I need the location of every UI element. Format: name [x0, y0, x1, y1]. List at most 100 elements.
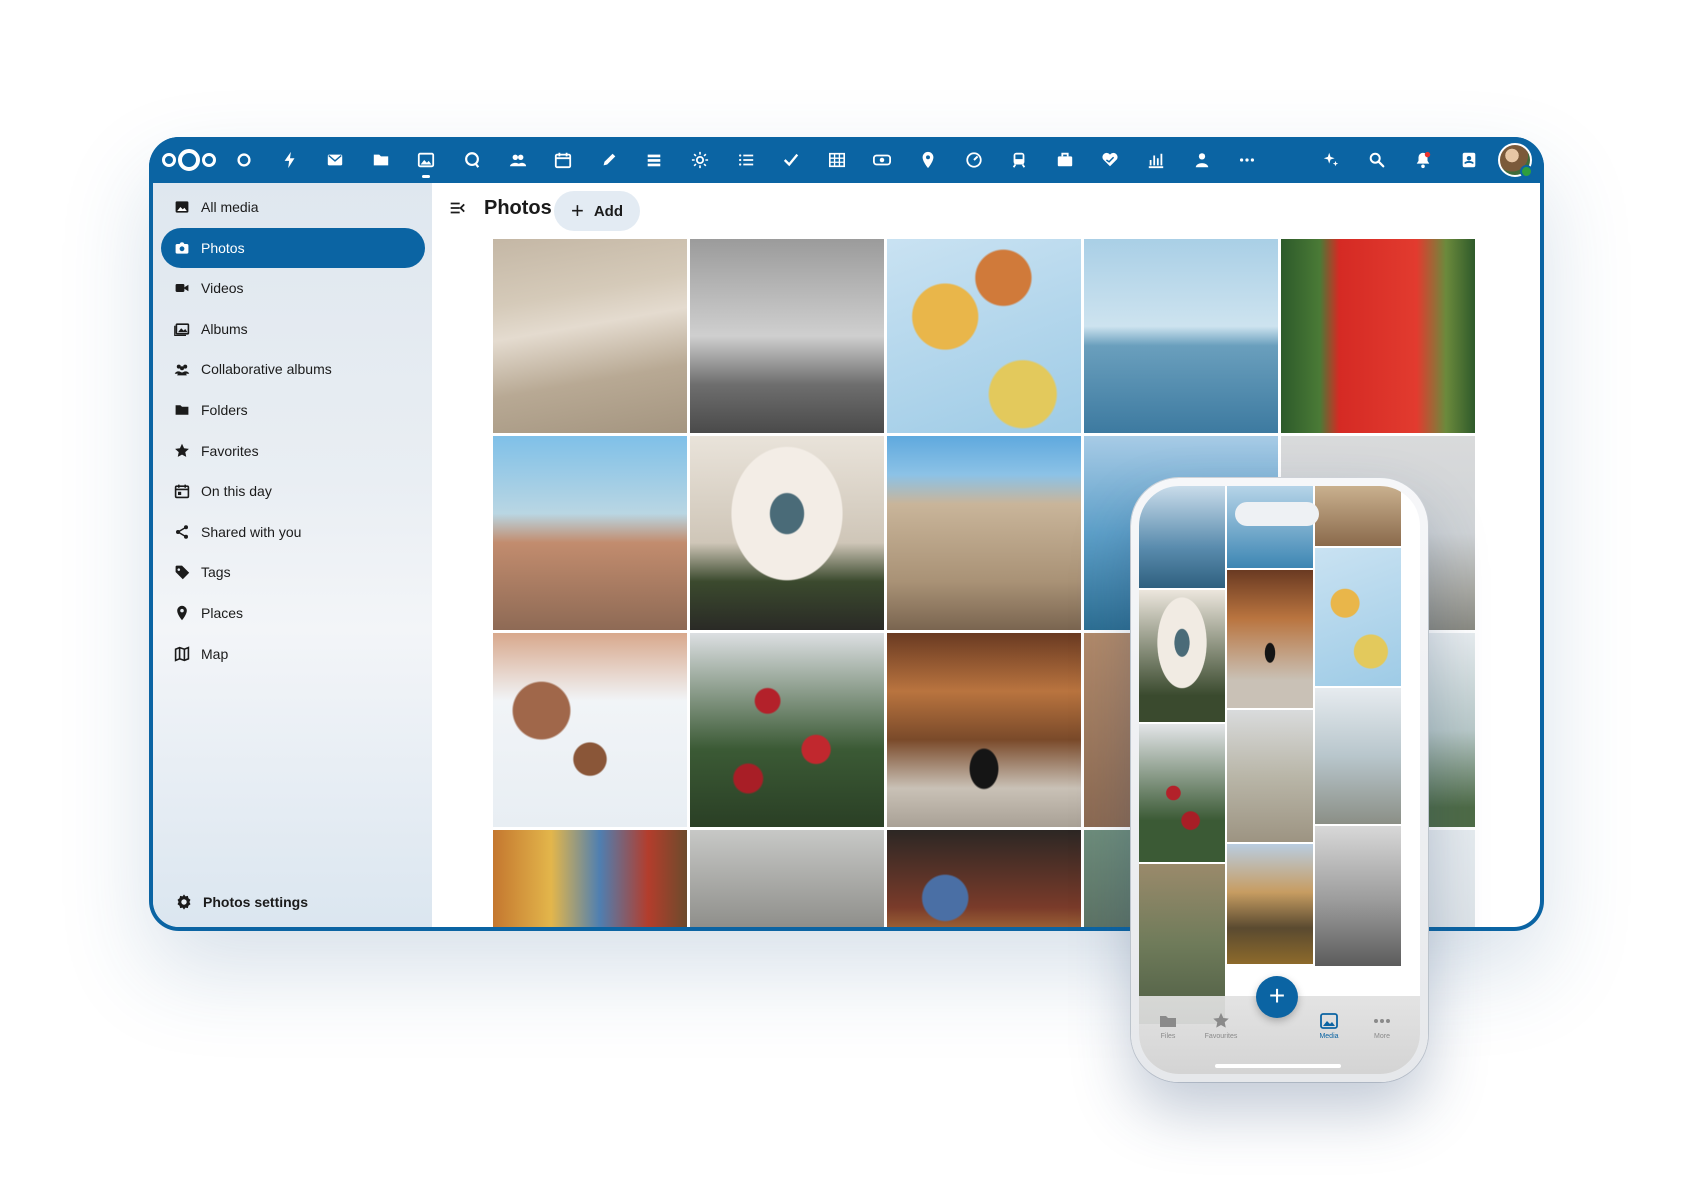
phone-photo[interactable]	[1227, 486, 1313, 568]
map-marker-icon	[173, 604, 191, 622]
phone-tab-label: More	[1374, 1033, 1390, 1040]
notes-icon[interactable]	[592, 143, 626, 177]
sidebar-item-label: Map	[201, 645, 229, 662]
briefcase-icon[interactable]	[1048, 143, 1082, 177]
photos-icon[interactable]	[409, 143, 443, 178]
calendar-day-icon	[173, 482, 191, 500]
sidebar-item-label: Photos	[201, 239, 245, 256]
sidebar-item-collaborative-albums[interactable]: Collaborative albums	[161, 349, 425, 389]
nextcloud-logo[interactable]	[159, 144, 219, 176]
phone-photo[interactable]	[1227, 844, 1313, 964]
phone-fab-button[interactable]: +	[1256, 976, 1298, 1018]
contacts-icon[interactable]	[501, 143, 535, 177]
photo-thumbnail[interactable]	[887, 633, 1081, 827]
more-icon[interactable]	[1230, 143, 1264, 177]
page-title: Photos	[484, 197, 552, 219]
tag-icon	[173, 563, 191, 581]
train-icon[interactable]	[1002, 143, 1036, 177]
photo-thumbnail[interactable]	[887, 830, 1081, 927]
phone-tab-favourites[interactable]: Favourites	[1196, 1012, 1246, 1040]
contacts-menu-icon[interactable]	[1452, 143, 1486, 177]
sidebar-item-label: Tags	[201, 564, 231, 581]
deck-icon[interactable]	[637, 143, 671, 177]
sidebar-item-label: All media	[201, 199, 259, 215]
top-bar	[149, 137, 1544, 183]
analytics-icon[interactable]	[1139, 143, 1173, 177]
checkmark-icon[interactable]	[774, 143, 808, 177]
phone-photo[interactable]	[1227, 570, 1313, 708]
content-header: Photos + Add	[432, 183, 1540, 235]
sidebar-item-photos[interactable]: Photos	[161, 227, 425, 268]
phone-photo[interactable]	[1315, 826, 1401, 966]
sidebar-item-places[interactable]: Places	[161, 593, 425, 633]
phone-photo[interactable]	[1315, 548, 1401, 686]
tasks-icon[interactable]	[729, 143, 763, 177]
photo-thumbnail[interactable]	[493, 633, 687, 827]
menu-toggle-icon[interactable]	[448, 199, 468, 219]
files-icon[interactable]	[364, 143, 398, 177]
sidebar-item-label: On this day	[201, 483, 272, 500]
plus-icon: +	[570, 198, 584, 223]
phone-tab-label: Favourites	[1204, 1033, 1238, 1040]
phone-photo[interactable]	[1315, 688, 1401, 824]
phone-tab-bar: + Files Favourites Media More	[1139, 976, 1420, 1074]
phone-photo[interactable]	[1139, 486, 1225, 588]
sun-icon[interactable]	[683, 143, 717, 177]
phone-photo[interactable]	[1315, 486, 1401, 546]
phone-screen: + Files Favourites Media More	[1139, 486, 1420, 1074]
phone-tab-more[interactable]: More	[1357, 1012, 1407, 1040]
folder-icon	[173, 401, 191, 419]
photo-thumbnail[interactable]	[493, 830, 687, 927]
sidebar-item-label: Collaborative albums	[201, 361, 332, 378]
phone-tab-files[interactable]: Files	[1143, 1012, 1193, 1040]
photo-thumbnail[interactable]	[887, 436, 1081, 630]
notifications-icon[interactable]	[1406, 143, 1440, 177]
add-button[interactable]: + Add	[554, 191, 640, 231]
photo-thumbnail[interactable]	[493, 239, 687, 433]
maps-icon[interactable]	[911, 143, 945, 177]
dashboard-icon[interactable]	[227, 143, 261, 177]
phone-tab-label: Media	[1319, 1033, 1339, 1040]
photos-settings-button[interactable]: Photos settings	[175, 893, 308, 911]
phone-photo[interactable]	[1139, 590, 1225, 722]
photo-thumbnail[interactable]	[690, 830, 884, 927]
sidebar-item-folders[interactable]: Folders	[161, 390, 425, 430]
image-icon	[173, 198, 191, 216]
sidebar-item-albums[interactable]: Albums	[161, 309, 425, 349]
people-icon	[173, 360, 191, 378]
sidebar-item-shared-with-you[interactable]: Shared with you	[161, 512, 425, 552]
sidebar-item-label: Videos	[201, 280, 244, 297]
sidebar-item-videos[interactable]: Videos	[161, 268, 425, 308]
phone-tab-media[interactable]: Media	[1304, 1012, 1354, 1040]
photo-thumbnail[interactable]	[690, 436, 884, 630]
gear-icon	[175, 893, 193, 911]
cospend-icon[interactable]	[865, 143, 899, 177]
talk-icon[interactable]	[455, 143, 489, 177]
user-avatar[interactable]	[1498, 143, 1533, 178]
sidebar-item-all-media[interactable]: All media	[161, 187, 425, 227]
photo-thumbnail[interactable]	[1281, 239, 1475, 433]
camera-icon	[173, 239, 191, 257]
sidebar-item-map[interactable]: Map	[161, 634, 425, 674]
heart-icon[interactable]	[1093, 143, 1127, 177]
sidebar-item-label: Places	[201, 605, 244, 621]
sidebar-item-tags[interactable]: Tags	[161, 552, 425, 592]
calendar-icon[interactable]	[546, 143, 580, 177]
sidebar-item-favorites[interactable]: Favorites	[161, 431, 425, 471]
activity-icon[interactable]	[273, 143, 307, 177]
photo-thumbnail[interactable]	[1084, 239, 1278, 433]
tables-icon[interactable]	[820, 143, 854, 177]
assistant-icon[interactable]	[1314, 143, 1348, 177]
search-icon[interactable]	[1360, 143, 1394, 177]
folder-icon	[1143, 1012, 1193, 1030]
phone-photo[interactable]	[1139, 724, 1225, 862]
user-icon[interactable]	[1185, 143, 1219, 177]
photo-thumbnail[interactable]	[690, 239, 884, 433]
photo-thumbnail[interactable]	[493, 436, 687, 630]
phone-photo[interactable]	[1227, 710, 1313, 842]
gauge-icon[interactable]	[957, 143, 991, 177]
sidebar-item-on-this-day[interactable]: On this day	[161, 471, 425, 511]
mail-icon[interactable]	[318, 143, 352, 177]
photo-thumbnail[interactable]	[690, 633, 884, 827]
photo-thumbnail[interactable]	[887, 239, 1081, 433]
